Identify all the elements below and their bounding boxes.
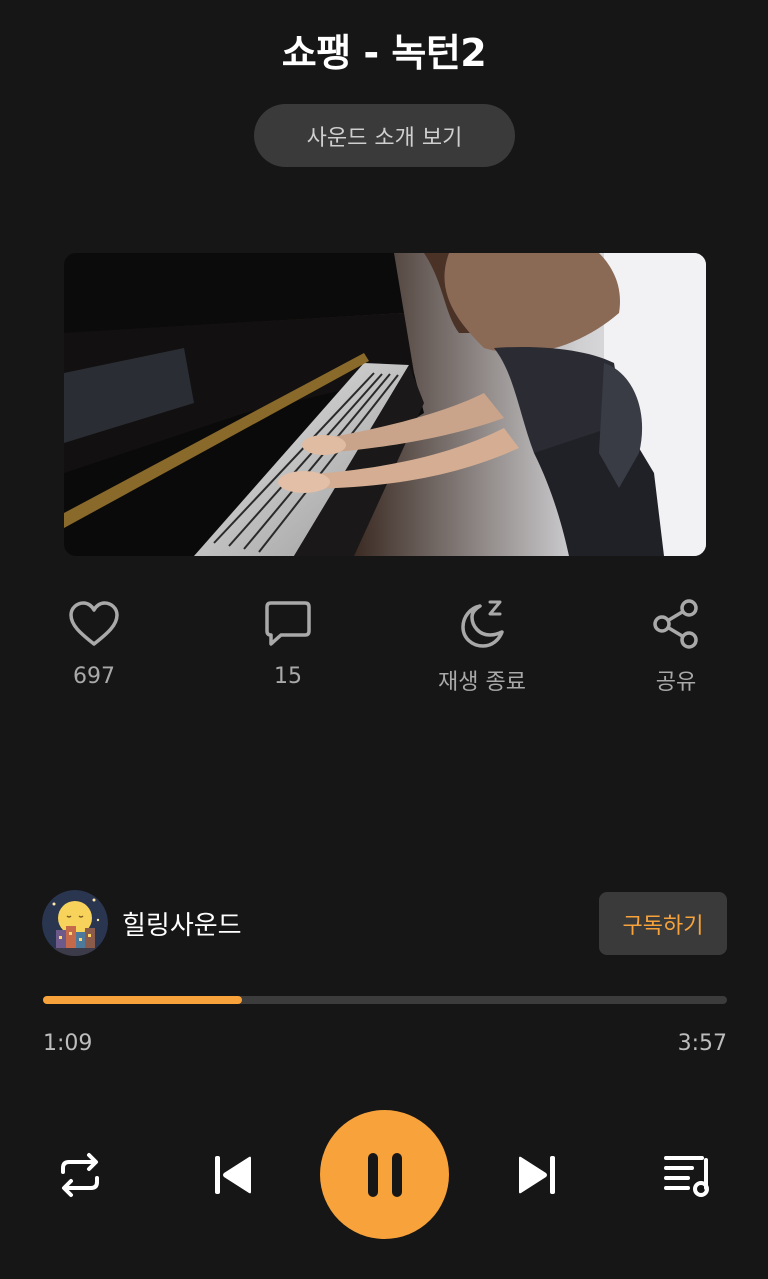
current-time: 1:09 — [43, 1031, 93, 1056]
share-button[interactable]: 공유 — [606, 596, 746, 696]
repeat-button[interactable] — [52, 1147, 108, 1203]
subscribe-button[interactable]: 구독하기 — [599, 892, 727, 955]
repeat-icon — [61, 1153, 99, 1197]
action-bar: 697 15 재생 종료 공유 — [0, 596, 768, 706]
sleep-timer-label: 재생 종료 — [438, 670, 526, 695]
sound-intro-button[interactable]: 사운드 소개 보기 — [254, 104, 515, 167]
pause-icon — [367, 1152, 402, 1197]
playback-controls — [0, 1110, 768, 1240]
share-icon — [648, 596, 704, 652]
skip-previous-icon — [215, 1156, 251, 1194]
track-title: 쇼팽 - 녹턴2 — [281, 31, 487, 75]
total-time: 3:57 — [677, 1031, 727, 1056]
pause-button[interactable] — [320, 1110, 449, 1239]
piano-player-thumbnail — [64, 253, 706, 556]
comment-button[interactable]: 15 — [218, 596, 358, 689]
comment-count: 15 — [274, 664, 302, 689]
like-button[interactable]: 697 — [24, 596, 164, 689]
playlist-button[interactable] — [660, 1147, 716, 1203]
share-label: 공유 — [655, 670, 697, 695]
progress-bar[interactable] — [43, 996, 727, 1004]
next-button[interactable] — [510, 1147, 566, 1203]
sleep-timer-button[interactable]: 재생 종료 — [412, 596, 552, 696]
channel-avatar[interactable] — [42, 890, 108, 956]
channel-info: 힐링사운드 — [42, 890, 242, 956]
heart-icon — [66, 596, 122, 652]
night-moon-avatar — [42, 890, 108, 956]
channel-name[interactable]: 힐링사운드 — [122, 905, 242, 942]
previous-button[interactable] — [204, 1147, 260, 1203]
video-thumbnail[interactable] — [64, 253, 706, 556]
progress-fill — [43, 996, 243, 1004]
playlist-icon — [664, 1156, 709, 1197]
player-screen: 쇼팽 - 녹턴2 사운드 소개 보기 697 15 재생 종료 공유 힐링사운드… — [0, 0, 768, 1279]
sleep-timer-moon-icon — [454, 596, 510, 652]
comment-icon — [260, 596, 316, 652]
skip-next-icon — [519, 1156, 555, 1194]
like-count: 697 — [73, 664, 115, 689]
